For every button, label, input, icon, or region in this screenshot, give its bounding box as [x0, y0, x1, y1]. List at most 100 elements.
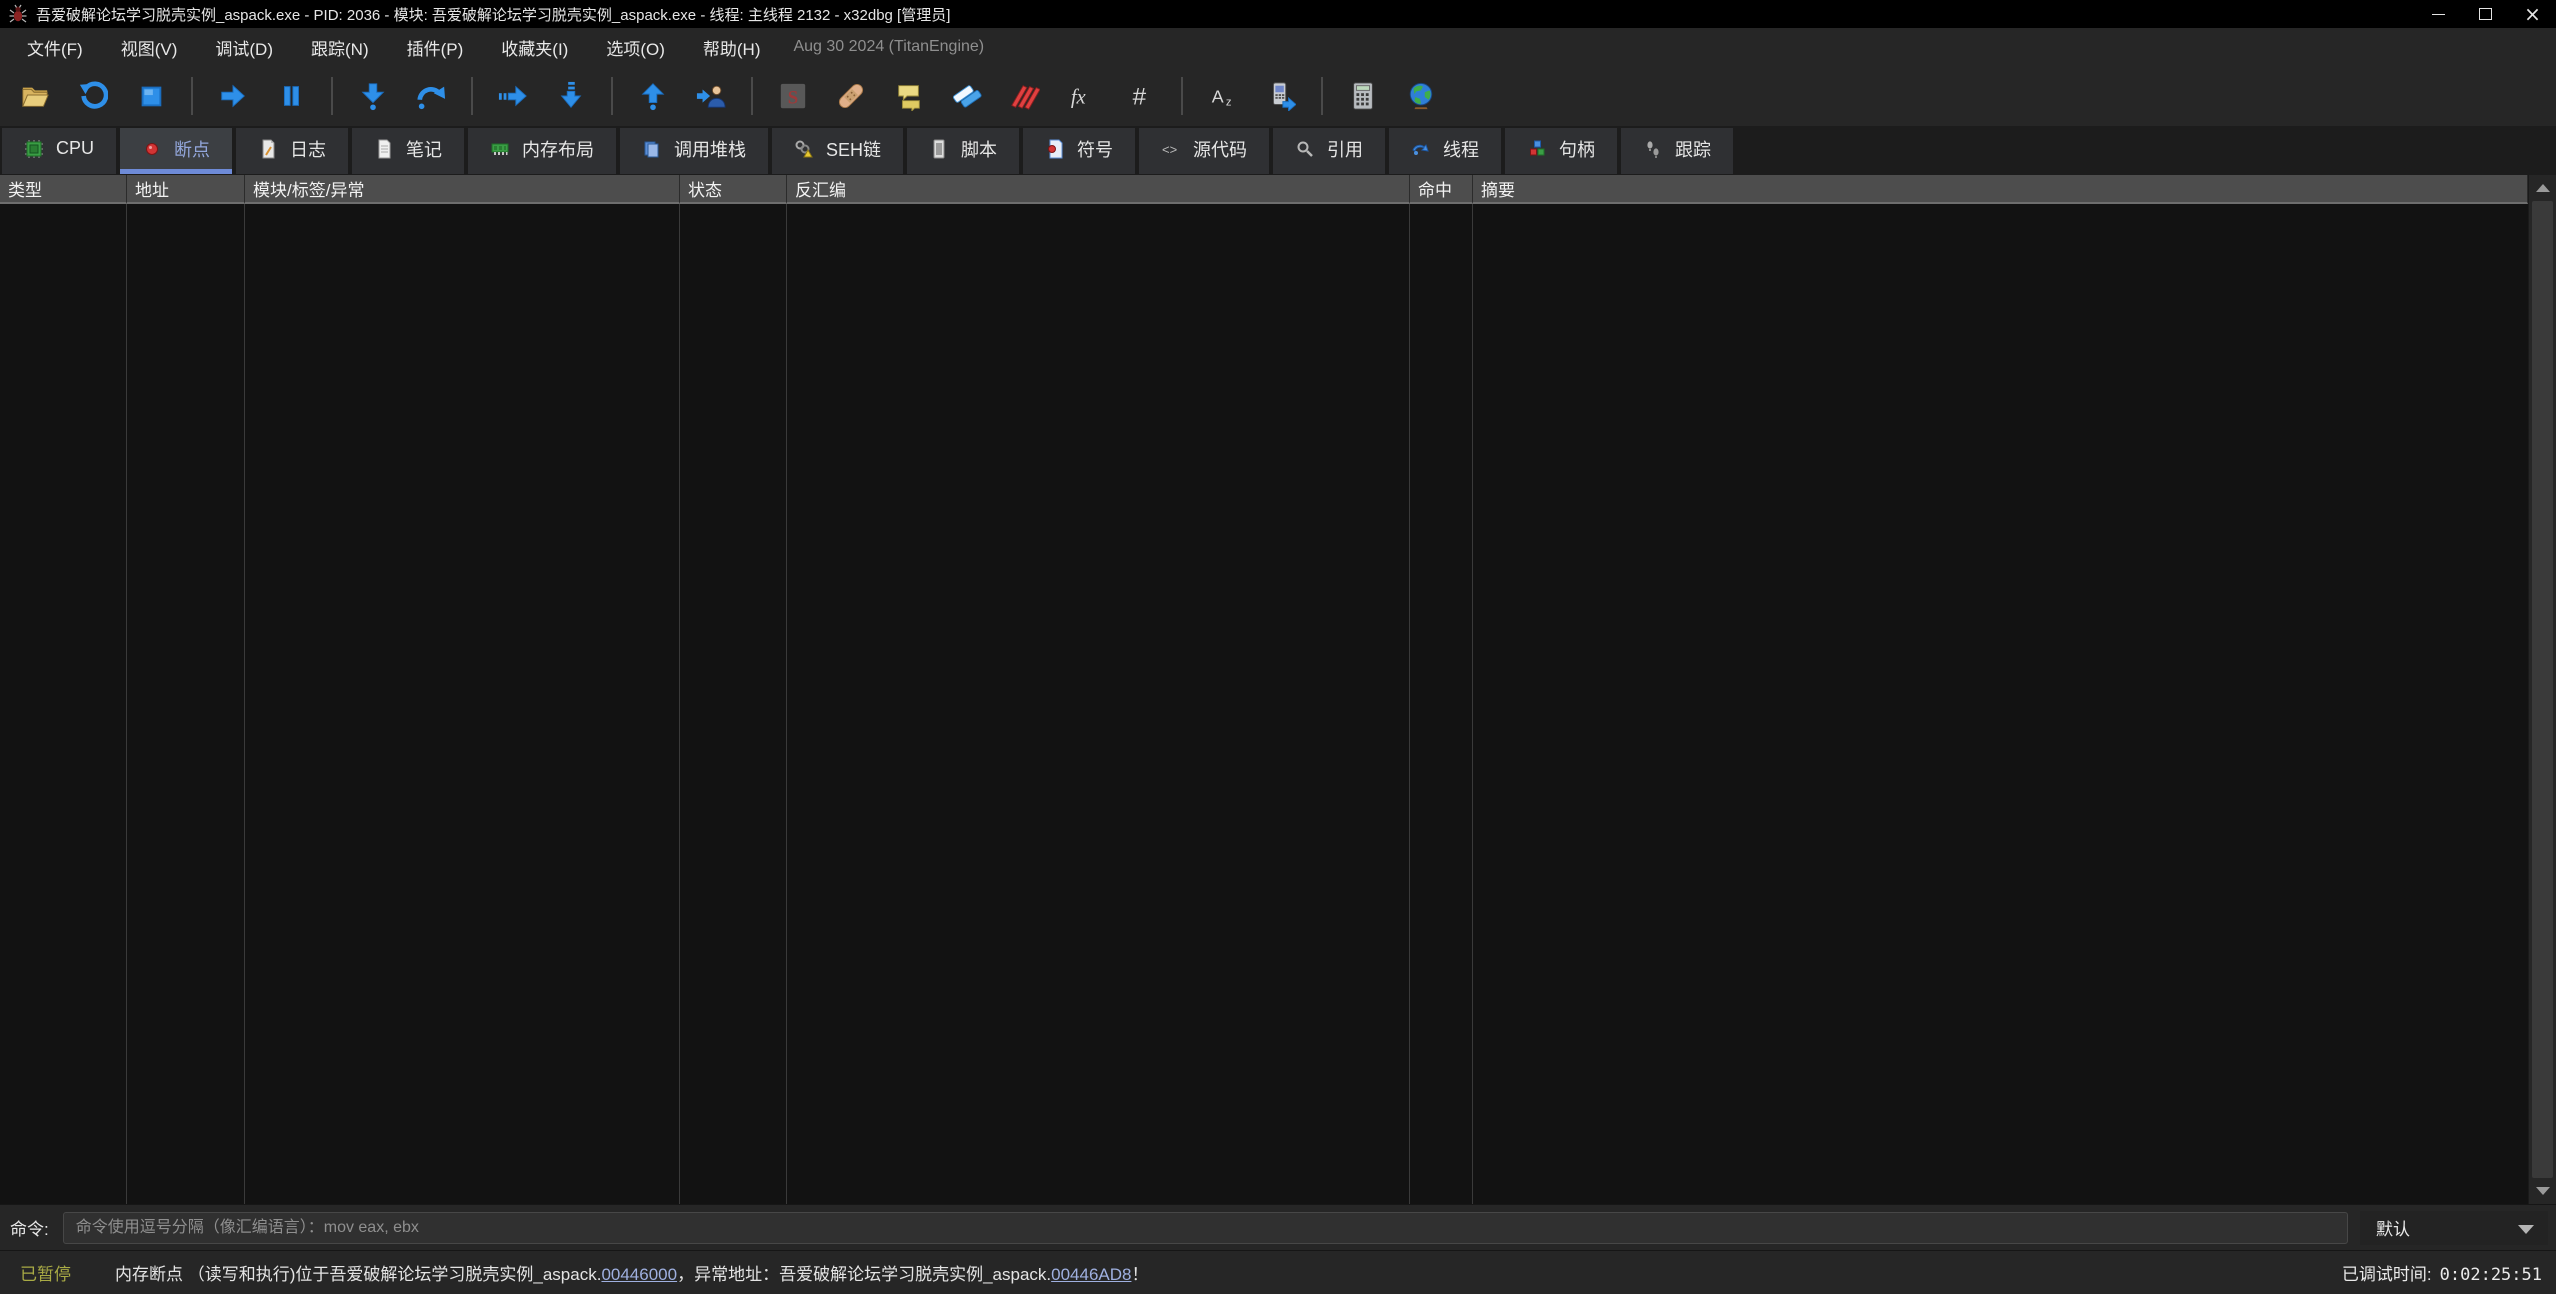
stop-icon — [135, 80, 167, 112]
menu-plugins[interactable]: 插件(P) — [388, 28, 483, 66]
notes-icon — [374, 139, 394, 159]
patches-button[interactable] — [822, 71, 880, 121]
build-info: Aug 30 2024 (TitanEngine) — [793, 38, 985, 55]
ascii-table-button[interactable]: Az — [1194, 71, 1252, 121]
menu-bar: 文件(F) 视图(V) 调试(D) 跟踪(N) 插件(P) 收藏夹(I) 选项(O) 帮助(H… — [0, 28, 2556, 66]
menu-debug[interactable]: 调试(D) — [196, 28, 292, 66]
control-flow-button[interactable]: # — [1112, 71, 1170, 121]
trace-over-icon — [497, 80, 529, 112]
menu-file[interactable]: 文件(F) — [8, 28, 102, 66]
step-over-icon — [415, 80, 447, 112]
step-into-button[interactable] — [344, 71, 402, 121]
step-over-button[interactable] — [402, 71, 460, 121]
address-link[interactable]: 00446AD8 — [1051, 1265, 1131, 1284]
tab-label: 日志 — [290, 139, 327, 160]
title-bar: 吾爱破解论坛学习脱壳实例_aspack.exe - PID: 2036 - 模块… — [0, 0, 2556, 28]
command-bar: 命令: 默认 — [0, 1204, 2556, 1250]
tab-label: SEH链 — [826, 139, 882, 160]
functions-button[interactable]: fx — [1054, 71, 1112, 121]
internet-globe-icon — [1405, 80, 1437, 112]
profile-dropdown-value: 默认 — [2376, 1220, 2410, 1239]
menu-help[interactable]: 帮助(H) — [684, 28, 780, 66]
column-header-address[interactable]: 地址 — [127, 175, 245, 204]
tab-trace[interactable]: 跟踪 — [1621, 128, 1734, 174]
cpu-icon — [24, 139, 44, 159]
scrollbar-thumb[interactable] — [2532, 201, 2553, 1178]
scrollbar-track[interactable] — [2529, 201, 2556, 1178]
memmap-icon — [490, 139, 510, 159]
toolbar-separator — [1181, 77, 1183, 115]
tab-cpu[interactable]: CPU — [2, 128, 117, 174]
toolbar-separator — [1321, 77, 1323, 115]
tab-handles[interactable]: 句柄 — [1505, 128, 1618, 174]
execute-till-return-button[interactable] — [624, 71, 682, 121]
scroll-down-button[interactable] — [2529, 1178, 2556, 1204]
trace-into-icon — [555, 80, 587, 112]
tab-log[interactable]: 日志 — [236, 128, 349, 174]
trace-into-button[interactable] — [542, 71, 600, 121]
open-file-button[interactable] — [6, 71, 64, 121]
column-divider — [679, 204, 680, 1204]
run-button[interactable] — [204, 71, 262, 121]
tab-source[interactable]: <> 源代码 — [1139, 128, 1270, 174]
column-divider — [1409, 204, 1410, 1204]
address-link[interactable]: 00446000 — [601, 1265, 677, 1284]
trace-over-button[interactable] — [484, 71, 542, 121]
status-text: ，异常地址：吾爱破解论坛学习脱壳实例_aspack. — [677, 1265, 1052, 1284]
column-header-summary[interactable]: 摘要 — [1473, 175, 2528, 204]
tab-breakpoints[interactable]: 断点 — [120, 128, 233, 174]
scroll-up-icon — [2535, 184, 2550, 192]
toolbar-separator — [471, 77, 473, 115]
calculator-button[interactable] — [1334, 71, 1392, 121]
stop-button[interactable] — [122, 71, 180, 121]
maximize-button[interactable] — [2462, 0, 2509, 28]
labels-icon — [951, 80, 983, 112]
comments-button[interactable] — [880, 71, 938, 121]
restart-button[interactable] — [64, 71, 122, 121]
vertical-scrollbar[interactable] — [2528, 175, 2556, 1204]
menu-view[interactable]: 视图(V) — [102, 28, 197, 66]
table-header: 类型 地址 模块/标签/异常 状态 反汇编 命中 摘要 — [0, 175, 2528, 204]
column-header-module[interactable]: 模块/标签/异常 — [245, 175, 680, 204]
comments-icon — [893, 80, 925, 112]
tab-symbols[interactable]: 符号 — [1023, 128, 1136, 174]
pause-button[interactable] — [262, 71, 320, 121]
internet-globe-button[interactable] — [1392, 71, 1450, 121]
calculator-icon — [1347, 80, 1379, 112]
tab-script[interactable]: 脚本 — [907, 128, 1020, 174]
tab-threads[interactable]: 线程 — [1389, 128, 1502, 174]
column-header-state[interactable]: 状态 — [680, 175, 787, 204]
column-header-type[interactable]: 类型 — [0, 175, 127, 204]
tab-label: 符号 — [1077, 139, 1114, 160]
menu-favourites[interactable]: 收藏夹(I) — [482, 28, 587, 66]
close-button[interactable]: × — [2509, 0, 2556, 28]
status-text: 内存断点 （读写和执行)位于吾爱破解论坛学习脱壳实例_aspack. — [115, 1265, 602, 1284]
table-body[interactable] — [0, 204, 2528, 1204]
tab-references[interactable]: 引用 — [1273, 128, 1386, 174]
tab-notes[interactable]: 笔记 — [352, 128, 465, 174]
bookmarks-button[interactable] — [996, 71, 1054, 121]
tab-memory-map[interactable]: 内存布局 — [468, 128, 617, 174]
column-divider — [244, 204, 245, 1204]
menu-options[interactable]: 选项(O) — [587, 28, 684, 66]
control-flow-icon: # — [1125, 80, 1157, 112]
column-header-disassembly[interactable]: 反汇编 — [787, 175, 1410, 204]
column-header-hits[interactable]: 命中 — [1410, 175, 1473, 204]
tab-call-stack[interactable]: 调用堆栈 — [620, 128, 769, 174]
debug-time: 已调试时间: 0:02:25:51 — [2342, 1260, 2542, 1285]
labels-button[interactable] — [938, 71, 996, 121]
minimize-button[interactable] — [2415, 0, 2462, 28]
follow-in-memory-icon — [1265, 80, 1297, 112]
tab-label: 脚本 — [961, 139, 998, 160]
tab-label: 内存布局 — [522, 139, 595, 160]
command-input[interactable] — [62, 1211, 2348, 1244]
scroll-up-button[interactable] — [2529, 175, 2556, 201]
follow-in-memory-button[interactable] — [1252, 71, 1310, 121]
tabbar: CPU 断点 日志 笔记 内存布局 调用堆栈 SEH链 脚本 符号 <> 源代码 引用 线程 句柄 跟踪 — [0, 126, 2556, 175]
run-to-user-code-button[interactable] — [682, 71, 740, 121]
profile-dropdown[interactable]: 默认 — [2360, 1210, 2548, 1245]
tab-seh[interactable]: SEH链 — [772, 128, 904, 174]
menu-trace[interactable]: 跟踪(N) — [292, 28, 388, 66]
debug-time-value: 0:02:25:51 — [2439, 1265, 2542, 1285]
scylla-button[interactable]: S — [764, 71, 822, 121]
